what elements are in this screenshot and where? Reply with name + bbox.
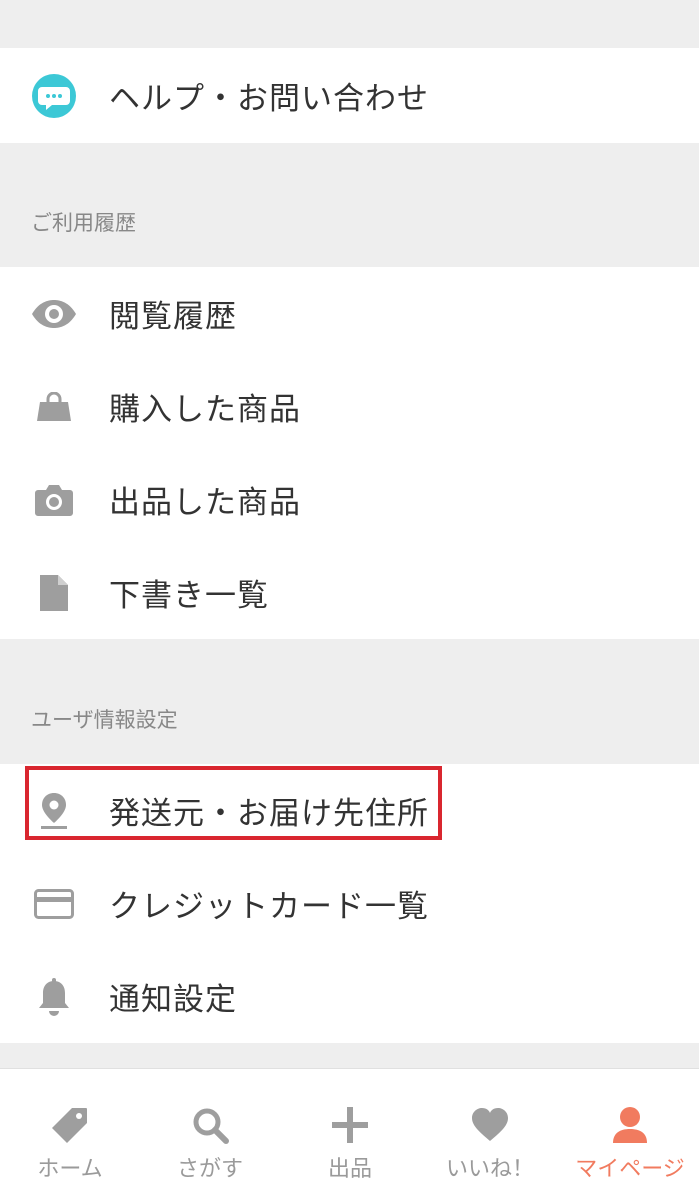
tab-label: ホーム <box>37 1157 103 1182</box>
highlight-annotation-box <box>25 766 442 840</box>
shopping-bag-icon <box>31 384 77 430</box>
menu-item-notifications[interactable]: 通知設定 <box>0 950 699 1043</box>
tab-mypage[interactable]: マイページ <box>560 1069 699 1201</box>
menu-item-label: クレジットカード一覧 <box>109 889 429 925</box>
tab-likes[interactable]: いいね！ <box>420 1069 560 1201</box>
menu-item-browsing-history[interactable]: 閲覧履歴 <box>0 267 699 360</box>
menu-item-drafts[interactable]: 下書き一覧 <box>0 546 699 639</box>
menu-item-label: ヘルプ・お問い合わせ <box>109 81 429 117</box>
section-user-settings: ユーザ情報設定 <box>0 639 699 764</box>
document-icon <box>31 570 77 616</box>
tab-label: マイページ <box>575 1157 685 1182</box>
camera-icon <box>31 477 77 523</box>
menu-item-purchased[interactable]: 購入した商品 <box>0 360 699 453</box>
eye-icon <box>31 291 77 337</box>
menu-item-credit-cards[interactable]: クレジットカード一覧 <box>0 857 699 950</box>
bottom-spacer <box>0 1043 699 1068</box>
tab-label: さがす <box>176 1157 243 1182</box>
menu-item-listed[interactable]: 出品した商品 <box>0 453 699 546</box>
menu-item-help[interactable]: ヘルプ・お問い合わせ <box>0 48 699 143</box>
tab-label: 出品 <box>327 1157 372 1182</box>
credit-card-icon <box>31 881 77 927</box>
person-icon <box>608 1103 652 1147</box>
heart-icon <box>468 1103 512 1147</box>
menu-item-label: 閲覧履歴 <box>109 299 237 335</box>
bell-icon <box>31 974 77 1020</box>
tab-label: いいね！ <box>445 1157 534 1182</box>
section-header-history: ご利用履歴 <box>31 211 136 235</box>
tab-sell[interactable]: 出品 <box>280 1069 420 1201</box>
top-spacer <box>0 0 699 48</box>
tab-search[interactable]: さがす <box>140 1069 280 1201</box>
menu-item-label: 通知設定 <box>109 982 237 1018</box>
chat-bubble-icon <box>31 73 77 119</box>
section-header-user-settings: ユーザ情報設定 <box>31 708 178 732</box>
menu-item-label: 出品した商品 <box>109 485 301 521</box>
menu-item-label: 購入した商品 <box>109 392 301 428</box>
search-icon <box>188 1103 232 1147</box>
bottom-tab-bar: ホーム さがす 出品 いいね！ マイページ <box>0 1068 699 1201</box>
plus-icon <box>328 1103 372 1147</box>
tag-icon <box>48 1103 92 1147</box>
section-history: ご利用履歴 <box>0 143 699 267</box>
menu-item-label: 下書き一覧 <box>109 578 269 614</box>
tab-home[interactable]: ホーム <box>0 1069 140 1201</box>
